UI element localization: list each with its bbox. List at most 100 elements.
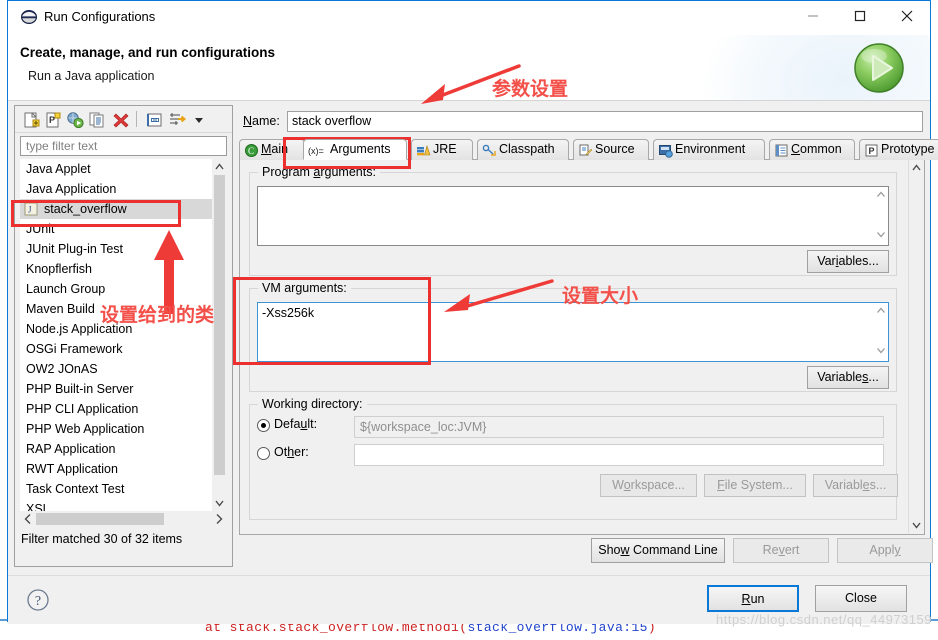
toolbar-separator xyxy=(136,111,137,127)
working-directory-other-radio[interactable] xyxy=(257,447,270,460)
list-item[interactable]: XSL xyxy=(20,499,227,511)
minimize-button[interactable] xyxy=(790,1,836,31)
close-dialog-button[interactable]: Close xyxy=(815,585,907,612)
svg-text:P: P xyxy=(49,115,55,125)
program-args-scrollbar[interactable] xyxy=(874,187,888,245)
working-directory-label: Working directory: xyxy=(258,397,367,411)
list-item[interactable]: RWT Application xyxy=(20,459,227,479)
list-item[interactable]: OW2 JOnAS xyxy=(20,359,227,379)
list-item[interactable]: Java Application xyxy=(20,179,227,199)
list-item[interactable]: Java Applet xyxy=(20,159,227,179)
view-menu-chevron-icon[interactable] xyxy=(190,110,210,130)
working-dir-variables-button[interactable]: Variables... xyxy=(813,474,898,497)
program-args-scroll-down-icon[interactable] xyxy=(874,227,888,245)
show-command-line-button[interactable]: Show Command Line xyxy=(591,538,725,563)
radio-dot xyxy=(261,423,266,428)
list-horizontal-scrollbar[interactable] xyxy=(20,511,227,527)
list-vertical-scrollbar[interactable] xyxy=(212,159,227,511)
hscroll-thumb[interactable] xyxy=(36,513,164,525)
list-item[interactable]: Knopflerfish xyxy=(20,259,227,279)
list-item-label: Task Context Test xyxy=(26,482,125,496)
workspace-button[interactable]: Workspace... xyxy=(600,474,697,497)
list-item-label: PHP Built-in Server xyxy=(26,382,134,396)
list-item[interactable]: Launch Group xyxy=(20,279,227,299)
run-configurations-dialog: Run Configurations Create, manage, and r… xyxy=(7,0,938,624)
list-item[interactable]: RAP Application xyxy=(20,439,227,459)
editor-action-row: Show Command Line Revert Apply xyxy=(239,538,933,566)
vm-args-scroll-up-icon[interactable] xyxy=(874,303,888,321)
vm-arguments-input[interactable]: -Xss256k xyxy=(257,302,889,362)
working-directory-other-input[interactable] xyxy=(354,444,884,466)
scroll-left-icon[interactable] xyxy=(20,511,36,527)
list-item-label: XSL xyxy=(26,502,50,511)
tab-content-scrollbar[interactable] xyxy=(908,160,924,533)
list-item-label: Java Application xyxy=(26,182,117,196)
help-question-icon[interactable]: ? xyxy=(26,588,50,612)
list-item[interactable]: Task Context Test xyxy=(20,479,227,499)
list-scroll-thumb[interactable] xyxy=(214,175,225,475)
new-configuration-icon[interactable] xyxy=(21,110,41,130)
tab-common[interactable]: Common xyxy=(769,139,855,160)
window-title: Run Configurations xyxy=(44,9,156,24)
filter-input[interactable]: type filter text xyxy=(20,136,227,156)
list-item[interactable]: OSGi Framework xyxy=(20,339,227,359)
configurations-toolbar: P xyxy=(15,106,232,133)
vm-args-scroll-down-icon[interactable] xyxy=(874,343,888,361)
tab-environment[interactable]: Environment xyxy=(653,139,765,160)
list-item-label: RAP Application xyxy=(26,442,116,456)
file-system-button[interactable]: File System... xyxy=(704,474,806,497)
filter-icon[interactable] xyxy=(167,110,187,130)
working-directory-default-value: ${workspace_loc:JVM} xyxy=(354,416,884,438)
list-item[interactable]: JUnit xyxy=(20,219,227,239)
list-item[interactable]: Node.js Application xyxy=(20,319,227,339)
list-item-label: Knopflerfish xyxy=(26,262,93,276)
svg-text:C: C xyxy=(248,146,254,156)
program-args-scroll-up-icon[interactable] xyxy=(874,187,888,205)
tab-classpath[interactable]: Classpath xyxy=(477,139,569,160)
scroll-up-icon[interactable] xyxy=(212,159,227,175)
list-item[interactable]: PHP CLI Application xyxy=(20,399,227,419)
tab-scroll-down-icon[interactable] xyxy=(909,517,924,533)
page-subtitle: Run a Java application xyxy=(28,69,155,83)
name-input[interactable]: stack overflow xyxy=(287,111,923,132)
delete-icon[interactable] xyxy=(111,110,131,130)
duplicate-icon[interactable] xyxy=(87,110,107,130)
tab-jre[interactable]: JRE xyxy=(411,139,473,160)
close-button[interactable] xyxy=(884,1,930,31)
svg-text:P: P xyxy=(869,146,875,156)
tab-main[interactable]: C Main xyxy=(239,139,305,160)
run-button[interactable]: Run xyxy=(707,585,799,612)
arguments-tab-content: Program arguments: Variables... VM argum… xyxy=(240,160,909,533)
tab-arguments-label: Arguments xyxy=(330,142,391,156)
list-item-label: Maven Build xyxy=(26,302,95,316)
working-directory-default-radio[interactable] xyxy=(257,419,270,432)
arguments-tab-panel: Program arguments: Variables... VM argum… xyxy=(239,160,925,535)
list-item-label: JUnit xyxy=(26,222,55,236)
tab-scroll-up-icon[interactable] xyxy=(909,160,924,176)
tab-arguments[interactable]: (x)= Arguments xyxy=(303,139,407,160)
maximize-button[interactable] xyxy=(837,1,883,31)
list-item[interactable]: PHP Web Application xyxy=(20,419,227,439)
configurations-panel: P type filter text Java Applet Java Appl… xyxy=(14,105,233,567)
tab-prototype[interactable]: P Prototype xyxy=(859,139,938,160)
vm-arguments-variables-button[interactable]: Variables... xyxy=(807,366,889,389)
collapse-all-icon[interactable] xyxy=(145,110,165,130)
list-item[interactable]: Maven Build xyxy=(20,299,227,319)
vm-args-scrollbar[interactable] xyxy=(874,303,888,361)
program-arguments-input[interactable] xyxy=(257,186,889,246)
apply-button[interactable]: Apply xyxy=(837,538,933,563)
list-item[interactable]: PHP Built-in Server xyxy=(20,379,227,399)
tab-source[interactable]: Source xyxy=(573,139,649,160)
new-prototype-icon[interactable]: P xyxy=(43,110,63,130)
program-arguments-variables-button[interactable]: Variables... xyxy=(807,250,889,273)
revert-button[interactable]: Revert xyxy=(733,538,829,563)
list-item[interactable]: JUnit Plug-in Test xyxy=(20,239,227,259)
tab-common-label: Common xyxy=(791,142,842,156)
scroll-down-icon[interactable] xyxy=(212,495,227,511)
list-item-label: OW2 JOnAS xyxy=(26,362,98,376)
list-item-selected[interactable]: Jstack_overflow xyxy=(20,199,227,219)
export-icon[interactable] xyxy=(65,110,85,130)
list-item-label: OSGi Framework xyxy=(26,342,123,356)
scroll-right-icon[interactable] xyxy=(211,511,227,527)
configurations-list[interactable]: Java Applet Java Application Jstack_overfl… xyxy=(20,159,227,511)
